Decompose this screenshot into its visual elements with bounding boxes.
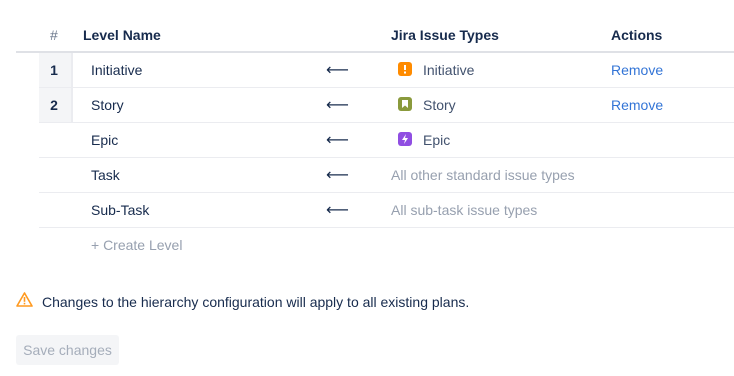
initiative-icon (398, 62, 412, 76)
warning-icon (16, 292, 33, 307)
story-icon (398, 97, 412, 111)
remove-link[interactable]: Remove (611, 97, 663, 113)
table-row: Sub-Task ⟵ All sub-task issue types (0, 193, 734, 228)
column-header-jira-issue-types: Jira Issue Types (391, 27, 499, 43)
column-header-level-name: Level Name (83, 27, 161, 43)
save-changes-button[interactable]: Save changes (16, 335, 119, 365)
level-name: Sub-Task (91, 202, 150, 218)
issue-type-label: Initiative (423, 62, 475, 78)
table-row: Epic ⟵ Epic (0, 123, 734, 158)
remove-link[interactable]: Remove (611, 62, 663, 78)
table-row: Task ⟵ All other standard issue types (0, 158, 734, 193)
create-level-link[interactable]: + Create Level (91, 237, 182, 253)
warning-message: Changes to the hierarchy configuration w… (42, 294, 470, 310)
table-row: 1 Initiative ⟵ Initiative Remove (0, 53, 734, 88)
column-header-number: # (50, 27, 58, 43)
level-number: 2 (39, 88, 73, 122)
issue-type-description: All sub-task issue types (391, 202, 538, 218)
arrow-left-icon: ⟵ (326, 97, 349, 114)
arrow-left-icon: ⟵ (326, 132, 349, 149)
issue-type-label: Epic (423, 132, 451, 148)
epic-icon (398, 132, 412, 146)
arrow-left-icon: ⟵ (326, 62, 349, 79)
table-row: 2 Story ⟵ Story Remove (0, 88, 734, 123)
level-name: Story (91, 97, 124, 113)
arrow-left-icon: ⟵ (326, 202, 349, 219)
issue-type-description: All other standard issue types (391, 167, 575, 183)
arrow-left-icon: ⟵ (326, 167, 349, 184)
column-header-actions: Actions (611, 27, 663, 43)
level-name: Initiative (91, 62, 143, 78)
level-number: 1 (39, 53, 73, 87)
level-name: Epic (91, 132, 119, 148)
level-name: Task (91, 167, 120, 183)
row-divider (39, 227, 734, 228)
issue-type-label: Story (423, 97, 456, 113)
